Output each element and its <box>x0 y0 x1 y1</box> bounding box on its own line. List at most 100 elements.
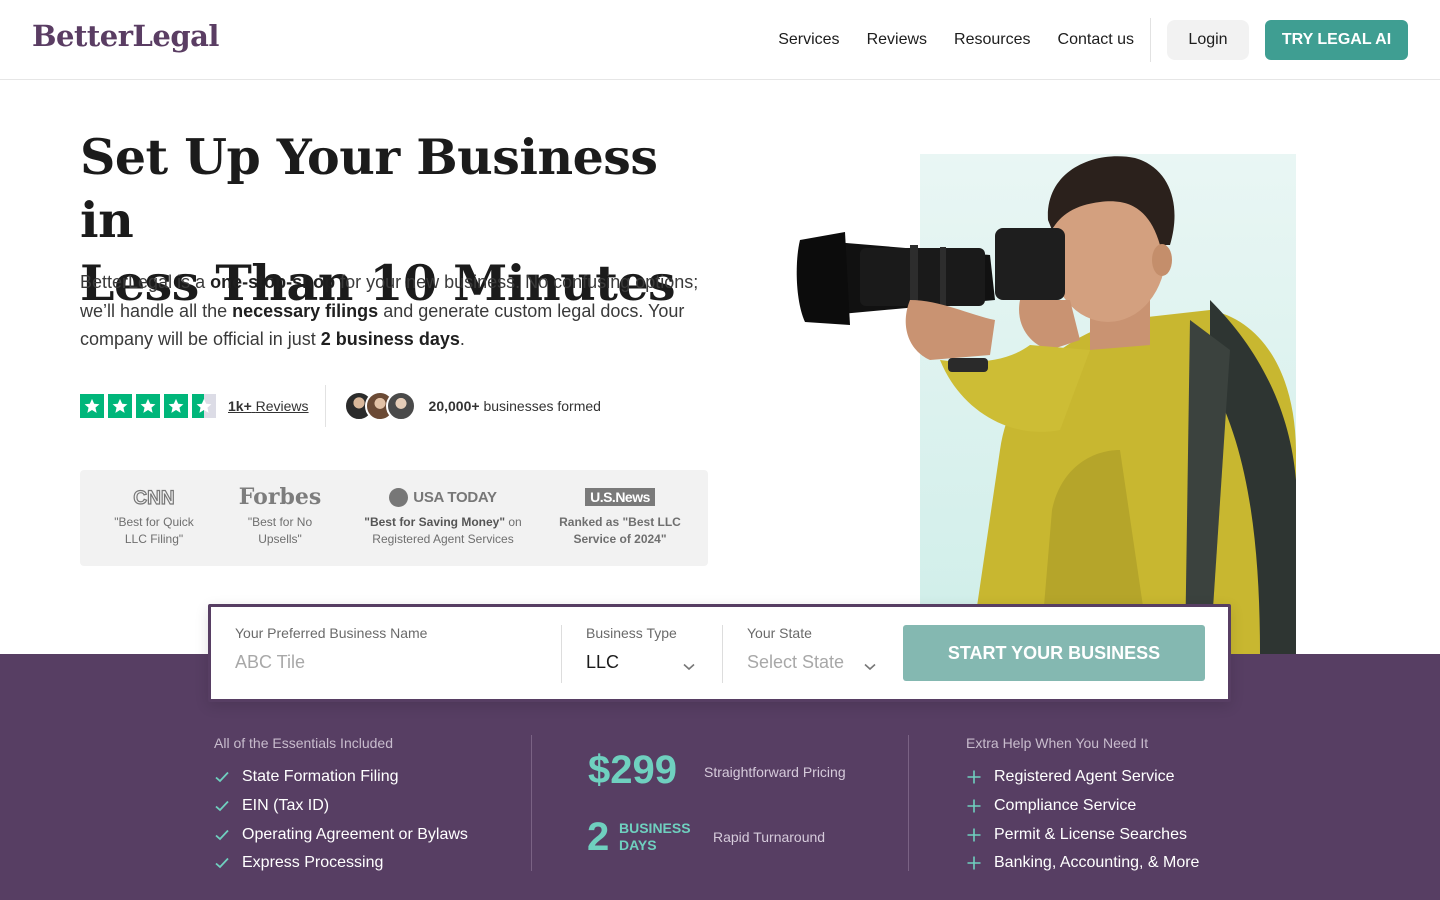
press-quote-usnews: Ranked as "Best LLC Service of 2024" <box>559 515 681 546</box>
list-item: Banking, Accounting, & More <box>966 849 1199 878</box>
check-icon <box>215 772 229 783</box>
businesses-formed: 20,000+ businesses formed <box>429 398 601 414</box>
form-separator <box>722 625 723 683</box>
extra-item-label: Banking, Accounting, & More <box>994 854 1200 872</box>
press-item-usatoday: USA TODAY "Best for Saving Money" on Reg… <box>362 484 524 548</box>
desc-text-1: BetterLegal is a <box>80 272 211 292</box>
reviews-link[interactable]: 1k+ Reviews <box>228 398 309 414</box>
plus-icon <box>967 799 981 813</box>
try-legal-ai-button[interactable]: TRY LEGAL AI <box>1265 20 1408 60</box>
cnn-logo-icon: CNN <box>133 487 175 508</box>
list-item: Express Processing <box>214 849 468 878</box>
nav-links: Services Reviews Resources Contact us <box>751 0 1134 80</box>
plus-icon <box>967 770 981 784</box>
customer-avatars <box>343 391 416 421</box>
extra-item-label: Compliance Service <box>994 797 1137 815</box>
list-item: Registered Agent Service <box>966 763 1199 792</box>
reviews-word: Reviews <box>255 398 309 414</box>
list-item: Compliance Service <box>966 792 1199 821</box>
nav-link-contact[interactable]: Contact us <box>1058 31 1134 49</box>
check-icon <box>215 800 229 812</box>
plus-icon <box>967 828 981 842</box>
businesses-text: businesses formed <box>483 398 601 414</box>
usatoday-logo-text: USA TODAY <box>413 488 497 506</box>
rating-row: 1k+ Reviews 20,000+ businesses formed <box>80 384 601 428</box>
brand-logo[interactable]: BetterLegal <box>32 19 219 53</box>
hero-title-line-1: Set Up Your Business in <box>80 128 658 249</box>
business-name-input[interactable]: ABC Tile <box>235 652 555 673</box>
hero-photographer-image <box>796 156 1296 654</box>
reviews-count: 1k+ <box>228 398 252 414</box>
days-line-2: DAYS <box>619 837 657 853</box>
press-panel: CNN "Best for Quick LLC Filing" Forbes "… <box>80 470 708 566</box>
forbes-logo: Forbes <box>238 484 322 510</box>
business-name-label: Your Preferred Business Name <box>235 625 428 641</box>
band-divider <box>908 735 909 871</box>
usnews-logo: U.S.News <box>554 484 686 510</box>
nav-divider <box>1150 18 1151 62</box>
chevron-down-icon[interactable] <box>864 663 876 671</box>
check-icon <box>215 858 229 869</box>
extra-help-list: Registered Agent Service Compliance Serv… <box>966 763 1199 878</box>
usatoday-logo: USA TODAY <box>362 484 524 510</box>
list-item: Operating Agreement or Bylaws <box>214 820 468 849</box>
essential-item-label: Operating Agreement or Bylaws <box>242 825 468 843</box>
rating-divider <box>324 385 326 427</box>
desc-bold-3: 2 business days <box>320 329 460 349</box>
business-type-label: Business Type <box>586 625 677 641</box>
state-label: Your State <box>747 625 812 641</box>
top-nav: BetterLegal Services Reviews Resources C… <box>0 0 1440 80</box>
essential-item-label: EIN (Tax ID) <box>242 797 330 815</box>
svg-text:CNN: CNN <box>133 488 174 508</box>
press-quote-cnn: "Best for Quick LLC Filing" <box>114 515 194 546</box>
days-line-1: BUSINESS <box>619 820 691 836</box>
nav-link-resources[interactable]: Resources <box>954 31 1030 49</box>
half-star-icon <box>192 394 216 418</box>
extra-item-label: Registered Agent Service <box>994 768 1175 786</box>
desc-bold-2: necessary filings <box>232 300 379 321</box>
star-icon <box>108 394 132 418</box>
list-item: State Formation Filing <box>214 763 468 792</box>
hero-description: BetterLegal is a one-stop-shop for your … <box>80 268 700 354</box>
turnaround-days-text: BUSINESS DAYS <box>619 820 691 854</box>
turnaround-label: Rapid Turnaround <box>713 829 826 845</box>
chevron-down-icon[interactable] <box>683 663 695 671</box>
turnaround-days-number: 2 <box>587 815 610 859</box>
desc-text-4: . <box>459 329 465 349</box>
star-icon <box>164 394 188 418</box>
extra-item-label: Permit & License Searches <box>994 825 1187 843</box>
essential-item-label: State Formation Filing <box>242 768 399 786</box>
press-quote-usatoday-bold: "Best for Saving Money" <box>364 515 506 529</box>
usnews-logo-text: U.S.News <box>585 488 655 506</box>
list-item: Permit & License Searches <box>966 820 1199 849</box>
business-start-form: Your Preferred Business Name ABC Tile Bu… <box>208 604 1231 702</box>
nav-link-services[interactable]: Services <box>778 31 839 49</box>
login-button[interactable]: Login <box>1167 20 1249 60</box>
extra-help-title: Extra Help When You Need It <box>966 735 1149 751</box>
business-name-field[interactable]: Your Preferred Business Name ABC Tile <box>235 625 555 673</box>
trustpilot-stars <box>80 394 220 418</box>
essential-item-label: Express Processing <box>242 854 384 872</box>
star-icon <box>136 394 160 418</box>
price-value: $299 <box>588 748 677 792</box>
desc-bold-1: one-stop-shop <box>210 272 336 292</box>
plus-icon <box>967 856 981 870</box>
essentials-title: All of the Essentials Included <box>214 735 393 751</box>
essentials-list: State Formation Filing EIN (Tax ID) Oper… <box>214 763 468 878</box>
start-business-button[interactable]: START YOUR BUSINESS <box>903 625 1205 681</box>
press-quote-forbes: "Best for No Upsells" <box>247 515 313 546</box>
cnn-logo: CNN <box>108 484 200 510</box>
star-icon <box>80 394 104 418</box>
nav-link-reviews[interactable]: Reviews <box>867 31 927 49</box>
businesses-count: 20,000+ <box>428 398 480 414</box>
press-item-usnews: U.S.News Ranked as "Best LLC Service of … <box>554 484 686 548</box>
band-divider <box>531 735 532 871</box>
press-quote-usatoday: "Best for Saving Money" on Registered Ag… <box>362 514 524 548</box>
press-item-forbes: Forbes "Best for No Upsells" <box>238 484 322 548</box>
press-item-cnn: CNN "Best for Quick LLC Filing" <box>108 484 200 548</box>
form-separator <box>561 625 562 683</box>
avatar <box>385 391 416 421</box>
list-item: EIN (Tax ID) <box>214 792 468 821</box>
usatoday-dot-icon <box>389 487 409 507</box>
price-label: Straightforward Pricing <box>704 764 846 780</box>
